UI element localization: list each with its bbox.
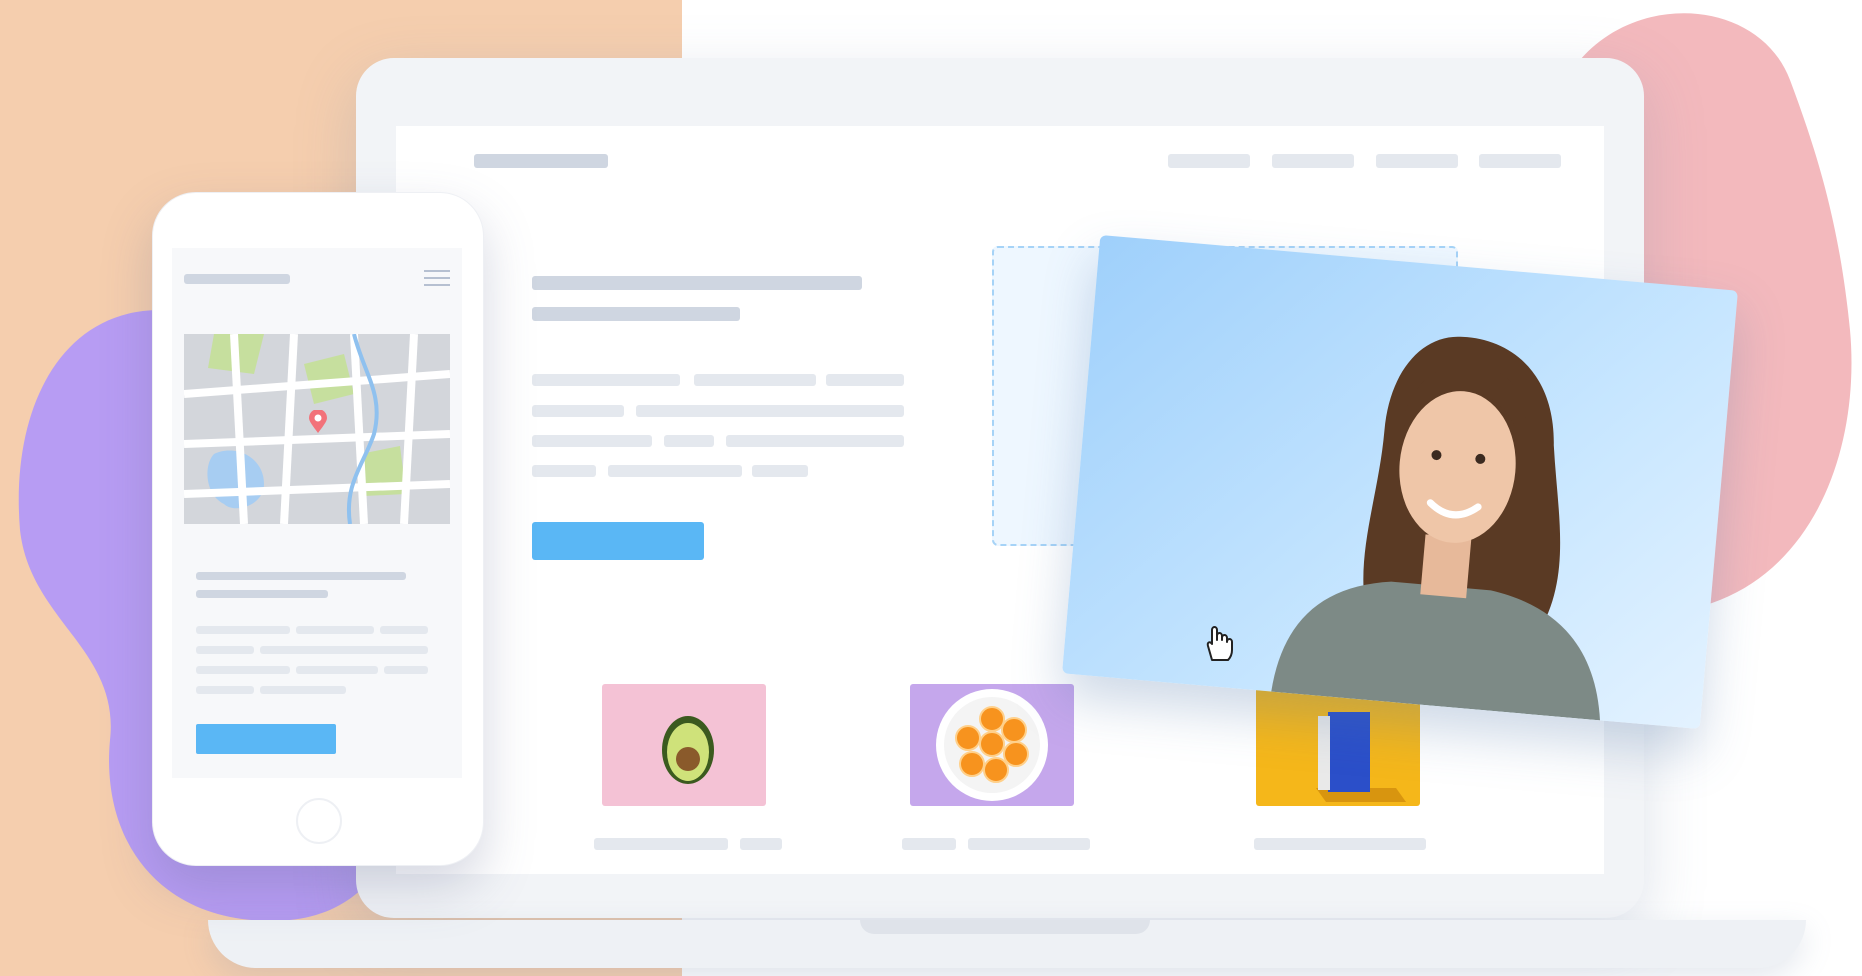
phone-cta-button[interactable] [196,724,336,754]
nav-link-2[interactable] [1272,154,1354,168]
map-pin-icon[interactable] [308,409,328,434]
hero-text-line [694,374,816,386]
phone-title-line [196,572,406,580]
phone-text-line [260,686,346,694]
phone-text-line [196,626,290,634]
hamburger-menu-icon[interactable] [424,268,450,288]
product-caption-line [968,838,1090,850]
site-logo-placeholder [474,154,608,168]
phone-text-line [380,626,428,634]
nav-link-3[interactable] [1376,154,1458,168]
phone-screen [172,248,462,778]
phone-text-line [196,686,254,694]
phone-text-line [384,666,428,674]
dragged-photo-card[interactable] [1062,234,1738,730]
home-button-icon[interactable] [296,798,342,844]
hero-text-line [752,465,808,477]
hero-title-line-2 [532,307,740,321]
orange-plate-image [936,689,1048,801]
hero-text-line [532,405,624,417]
hero-title-line-1 [532,276,862,290]
avocado-image [662,716,714,784]
product-caption-line [1254,838,1426,850]
hero-text-line [532,435,652,447]
phone-text-line [260,646,428,654]
phone-text-line [196,646,254,654]
phone-text-line [296,666,378,674]
phone-title-line [196,590,328,598]
hero-cta-button[interactable] [532,522,704,560]
phone-text-line [296,626,374,634]
hero-text-line [826,374,904,386]
hero-text-line [532,465,596,477]
hero-text-line [636,405,904,417]
hero-text-line [726,435,904,447]
nav-link-4[interactable] [1479,154,1561,168]
phone-text-line [196,666,290,674]
hero-text-line [664,435,714,447]
map-widget[interactable] [184,334,450,524]
hero-text-line [608,465,742,477]
product-caption-line [740,838,782,850]
hand-cursor-icon [1202,622,1236,662]
product-caption-line [594,838,728,850]
product-caption-line [902,838,956,850]
product-card-image[interactable] [910,684,1074,806]
nav-link-1[interactable] [1168,154,1250,168]
phone-logo-placeholder [184,274,290,284]
product-card-image[interactable] [602,684,766,806]
woman-portrait-image [1271,336,1600,721]
laptop-base-notch [860,920,1150,934]
hero-text-line [532,374,680,386]
